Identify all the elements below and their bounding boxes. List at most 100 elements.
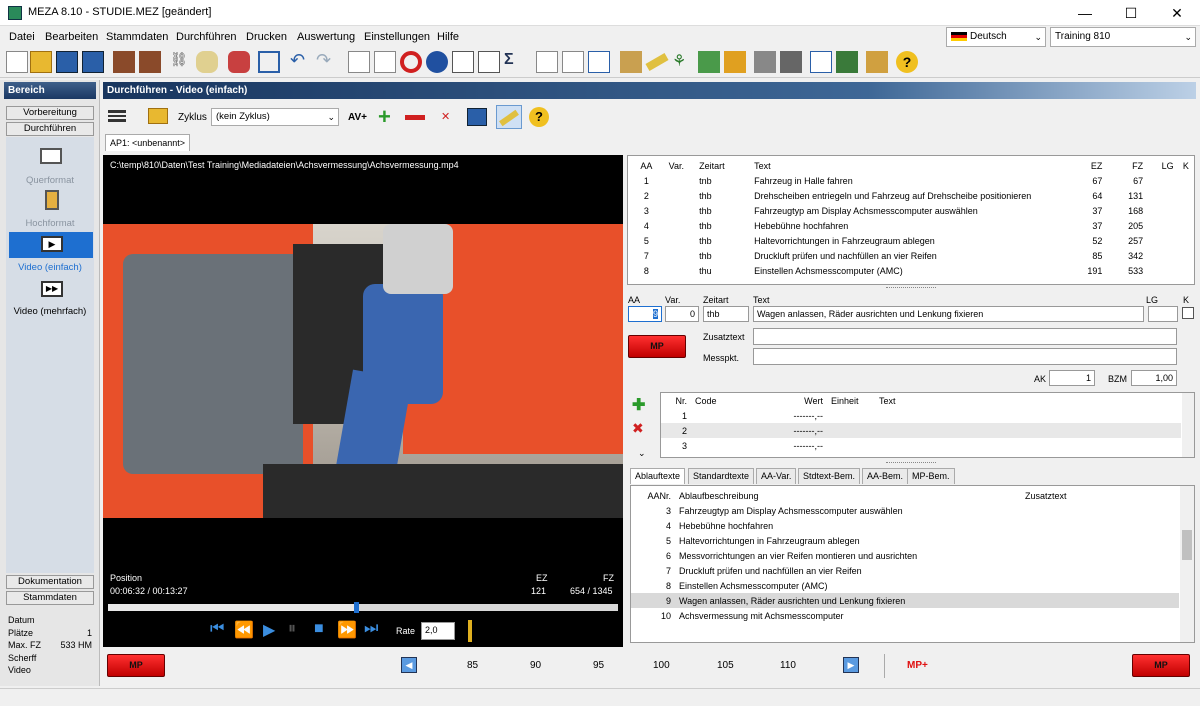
play-icon[interactable]: ▶ <box>263 620 275 640</box>
delete-icon[interactable]: ✕ <box>441 110 450 123</box>
report-icon[interactable] <box>536 51 558 73</box>
save-icon[interactable] <box>56 51 78 73</box>
language-select[interactable]: Deutsch ⌄ <box>946 27 1046 47</box>
table-row[interactable]: 7 thb Druckluft prüfen und nachfüllen an v… <box>628 248 1194 263</box>
sidebar-item-video-einfach[interactable]: Video (einfach) <box>6 262 94 273</box>
save-as-icon[interactable] <box>82 51 104 73</box>
minimize-button[interactable]: — <box>1062 0 1108 26</box>
rewind-icon[interactable]: ⏪ <box>234 620 254 640</box>
mp-left-button[interactable]: MP <box>107 654 165 677</box>
rate-stepper[interactable]: 2,0 <box>421 622 455 640</box>
pause-icon[interactable]: ⏸ <box>288 620 296 638</box>
sidebar-section-vorbereitung[interactable]: Vorbereitung <box>6 106 94 120</box>
mp-right-button[interactable]: MP <box>1132 654 1190 677</box>
table-row[interactable]: 2 -------,-- <box>661 423 1181 438</box>
document-icon[interactable] <box>348 51 370 73</box>
sidebar-item-video-mehrfach[interactable]: Video (mehrfach) <box>6 306 94 317</box>
delete-code-icon[interactable]: ✖ <box>632 420 652 438</box>
table-row[interactable]: 5 thb Haltevorrichtungen in Fahrzeugraum a… <box>628 233 1194 248</box>
bzm-field[interactable]: 1,00 <box>1131 370 1177 386</box>
globe-icon[interactable] <box>426 51 448 73</box>
building-icon[interactable] <box>620 51 642 73</box>
col-fz[interactable]: FZ <box>1106 158 1147 173</box>
table-row[interactable]: 3 -------,-- <box>661 438 1181 453</box>
zeitart-field[interactable]: thb <box>703 306 749 322</box>
marker-icon[interactable] <box>464 620 476 642</box>
list-item[interactable]: 10 Achsvermessung mit Achsmesscomputer <box>631 608 1179 623</box>
ak-field[interactable]: 1 <box>1049 370 1095 386</box>
tab-aa-bem[interactable]: AA-Bem. <box>862 468 909 484</box>
table-row[interactable]: 4 thb Hebebühne hochfahren 37 205 <box>628 218 1194 233</box>
list-item[interactable]: 6 Messvorrichtungen an vier Reifen montie… <box>631 548 1179 563</box>
skip-end-icon[interactable]: ⏭ <box>364 620 378 638</box>
video-progress-thumb[interactable] <box>353 602 359 613</box>
col-ablaufbeschreibung[interactable]: Ablaufbeschreibung <box>675 488 1021 503</box>
training-select[interactable]: Training 810 ⌄ <box>1050 27 1196 47</box>
tab-ablauftexte[interactable]: Ablauftexte <box>630 468 686 484</box>
print-icon[interactable] <box>754 51 776 73</box>
money-icon[interactable] <box>698 51 720 73</box>
undo-icon[interactable]: ↶ <box>290 51 312 73</box>
timeline-next-icon[interactable]: ▶ <box>843 657 859 673</box>
ruler-icon[interactable] <box>645 53 669 71</box>
menu-durchfuehren[interactable]: Durchführen <box>176 31 237 43</box>
import-icon[interactable] <box>113 51 135 73</box>
list-item[interactable]: 4 Hebebühne hochfahren <box>631 518 1179 533</box>
list-icon[interactable] <box>836 51 858 73</box>
video-multi-icon[interactable]: ▶▶ <box>41 281 63 297</box>
table-icon[interactable] <box>452 51 474 73</box>
edit-document-icon[interactable] <box>374 51 396 73</box>
redo-icon[interactable]: ↷ <box>316 51 338 73</box>
print-preview-icon[interactable] <box>780 51 802 73</box>
var-field[interactable]: 0 <box>665 306 699 322</box>
col-codetext[interactable]: Text <box>875 393 1181 408</box>
menu-icon[interactable] <box>108 110 126 122</box>
new-file-icon[interactable] <box>6 51 28 73</box>
list-item[interactable]: 3 Fahrzeugtyp am Display Achsmesscomputer… <box>631 503 1179 518</box>
table-row[interactable]: 2 thb Drehscheiben entriegeln und Fahrzeug… <box>628 188 1194 203</box>
skip-start-icon[interactable]: ⏮ <box>210 620 224 638</box>
splitter-handle[interactable] <box>886 287 936 289</box>
tools-icon[interactable] <box>228 51 250 73</box>
table-row[interactable]: 8 thu Einstellen Achsmesscomputer (AMC) 191… <box>628 263 1194 278</box>
help-icon[interactable]: ? <box>896 51 918 73</box>
lg-field[interactable] <box>1148 306 1178 322</box>
help-icon[interactable]: ? <box>529 107 549 127</box>
k-checkbox[interactable] <box>1182 307 1194 319</box>
timeline-prev-icon[interactable]: ◀ <box>401 657 417 673</box>
table-row[interactable]: 1 -------,-- <box>661 408 1181 423</box>
menu-bearbeiten[interactable]: Bearbeiten <box>45 31 98 43</box>
link-icon[interactable]: ⛓ <box>170 51 192 73</box>
menu-datei[interactable]: Datei <box>9 31 35 43</box>
clipboard-icon[interactable] <box>866 51 888 73</box>
table-row[interactable]: 3 thb Fahrzeugtyp am Display Achsmesscompu… <box>628 203 1194 218</box>
col-zusatztext[interactable]: Zusatztext <box>1021 488 1179 503</box>
mp-button[interactable]: MP <box>628 335 686 358</box>
sidebar-item-querformat[interactable]: Querformat <box>6 175 94 186</box>
landscape-icon[interactable] <box>40 148 62 164</box>
video-icon[interactable]: ▶ <box>41 236 63 252</box>
col-text[interactable]: Text <box>750 158 1066 173</box>
menu-einstellungen[interactable]: Einstellungen <box>364 31 430 43</box>
sidebar-section-dokumentation[interactable]: Dokumentation <box>6 575 94 589</box>
remove-icon[interactable] <box>405 115 425 120</box>
list-item-selected[interactable]: 9 Wagen anlassen, Räder ausrichten und Le… <box>631 593 1179 608</box>
col-nr[interactable]: Nr. <box>661 393 691 408</box>
expand-icon[interactable]: ⌄ <box>638 448 646 459</box>
table-row[interactable]: 1 tnb Fahrzeug in Halle fahren 67 67 <box>628 173 1194 188</box>
col-wert[interactable]: Wert <box>757 393 827 408</box>
zyklus-select[interactable]: (kein Zyklus) ⌄ <box>211 108 339 126</box>
col-einheit[interactable]: Einheit <box>827 393 875 408</box>
list-item[interactable]: 5 Haltevorrichtungen in Fahrzeugraum able… <box>631 533 1179 548</box>
menu-auswertung[interactable]: Auswertung <box>297 31 355 43</box>
fast-forward-icon[interactable]: ⏩ <box>337 620 357 640</box>
video-progress-track[interactable] <box>108 602 618 613</box>
menu-hilfe[interactable]: Hilfe <box>437 31 459 43</box>
table-export-icon[interactable] <box>478 51 500 73</box>
maximize-button[interactable]: ☐ <box>1108 0 1154 26</box>
database-icon[interactable] <box>196 51 218 73</box>
close-button[interactable]: ✕ <box>1154 0 1200 26</box>
menu-stammdaten[interactable]: Stammdaten <box>106 31 168 43</box>
ruler-button[interactable] <box>496 105 522 129</box>
list-item[interactable]: 7 Druckluft prüfen und nachfüllen an vier… <box>631 563 1179 578</box>
